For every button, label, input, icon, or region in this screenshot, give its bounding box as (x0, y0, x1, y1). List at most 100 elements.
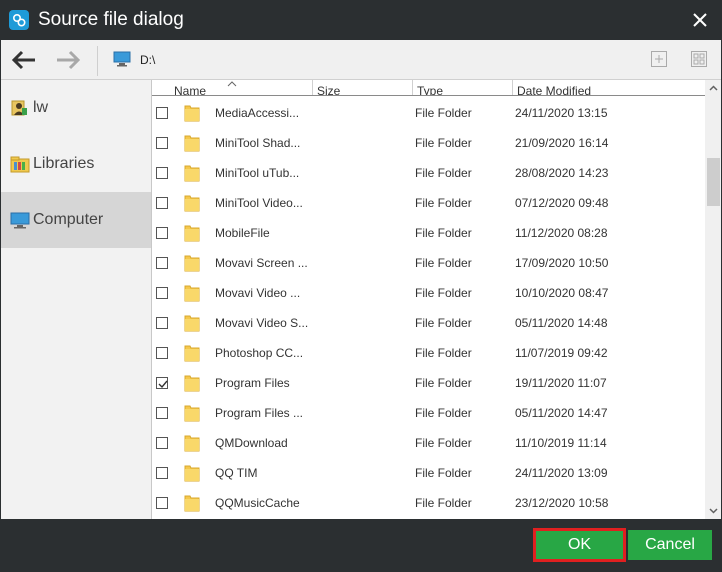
row-checkbox[interactable] (156, 377, 168, 389)
sidebar-item-label: Computer (33, 211, 104, 228)
libraries-icon (10, 155, 30, 173)
title-bar: Source file dialog (0, 0, 722, 40)
computer-icon (113, 51, 131, 67)
arrow-right-icon (57, 50, 81, 70)
row-date: 10/10/2020 08:47 (515, 286, 609, 300)
row-type: File Folder (415, 316, 472, 330)
folder-icon (184, 104, 200, 122)
table-row[interactable]: QMDownload File Folder 11/10/2019 11:14 (152, 427, 705, 457)
user-icon (10, 99, 30, 117)
row-type: File Folder (415, 286, 472, 300)
table-row[interactable]: MiniTool Video... File Folder 07/12/2020 0… (152, 187, 705, 217)
row-name: MediaAccessi... (215, 106, 300, 120)
row-type: File Folder (415, 436, 472, 450)
scroll-up-icon[interactable] (705, 80, 721, 97)
ok-button[interactable]: OK (533, 528, 626, 562)
scroll-down-icon[interactable] (705, 502, 721, 519)
row-checkbox[interactable] (156, 227, 168, 239)
row-date: 11/07/2019 09:42 (515, 346, 608, 360)
row-checkbox[interactable] (156, 497, 168, 509)
table-row[interactable]: QQ TIM File Folder 24/11/2020 13:09 (152, 457, 705, 487)
table-row[interactable]: Program Files File Folder 19/11/2020 11:07 (152, 367, 705, 397)
row-type: File Folder (415, 136, 472, 150)
row-date: 11/12/2020 08:28 (515, 226, 608, 240)
table-row[interactable]: MiniTool Shad... File Folder 21/09/2020 16… (152, 127, 705, 157)
forward-button[interactable] (53, 48, 83, 72)
row-name: MiniTool Video... (215, 196, 303, 210)
vertical-scrollbar[interactable] (705, 80, 721, 519)
row-checkbox[interactable] (156, 287, 168, 299)
row-checkbox[interactable] (156, 347, 168, 359)
table-row[interactable]: MobileFile File Folder 11/12/2020 08:28 (152, 217, 705, 247)
sidebar-item-label: lw (33, 99, 49, 116)
row-checkbox[interactable] (156, 257, 168, 269)
folder-icon (184, 164, 200, 182)
row-checkbox[interactable] (156, 197, 168, 209)
app-logo-icon (9, 10, 29, 30)
row-type: File Folder (415, 466, 472, 480)
row-name: QQMusicCache (215, 496, 300, 510)
table-row[interactable]: Photoshop CC... File Folder 11/07/2019 09:… (152, 337, 705, 367)
table-row[interactable]: Program Files ... File Folder 05/11/2020 1… (152, 397, 705, 427)
folder-icon (184, 284, 200, 302)
file-list: Name Size Type Date Modified MediaAccess… (151, 80, 721, 519)
column-name-label: Name (174, 84, 207, 96)
table-row[interactable]: Movavi Screen ... File Folder 17/09/2020 1… (152, 247, 705, 277)
table-row[interactable]: QQMusicCache File Folder 23/12/2020 10:58 (152, 487, 705, 517)
column-size-label: Size (317, 84, 341, 96)
row-date: 21/09/2020 16:14 (515, 136, 609, 150)
sidebar-item-libraries[interactable]: Libraries (1, 136, 151, 192)
row-date: 11/10/2019 11:14 (515, 436, 607, 450)
folder-icon (184, 494, 200, 512)
table-row[interactable]: MediaAccessi... File Folder 24/11/2020 13:… (152, 97, 705, 127)
row-type: File Folder (415, 226, 472, 240)
cancel-button[interactable]: Cancel (628, 530, 712, 560)
row-type: File Folder (415, 406, 472, 420)
sidebar-item-user[interactable]: lw (1, 80, 151, 136)
table-row[interactable]: Movavi Video S... File Folder 05/11/2020 1… (152, 307, 705, 337)
folder-icon (184, 194, 200, 212)
row-checkbox[interactable] (156, 317, 168, 329)
row-checkbox[interactable] (156, 437, 168, 449)
row-name: MiniTool uTub... (215, 166, 300, 180)
folder-icon (184, 254, 200, 272)
scrollbar-thumb[interactable] (707, 158, 720, 206)
back-button[interactable] (9, 48, 39, 72)
row-name: MobileFile (215, 226, 270, 240)
folder-icon (184, 404, 200, 422)
row-date: 24/11/2020 13:09 (515, 466, 608, 480)
row-type: File Folder (415, 346, 472, 360)
row-type: File Folder (415, 496, 472, 510)
sidebar-item-computer[interactable]: Computer (1, 192, 151, 248)
folder-icon (184, 224, 200, 242)
row-name: QMDownload (215, 436, 288, 450)
current-path[interactable]: D:\ (140, 53, 155, 67)
close-icon[interactable] (690, 10, 710, 30)
row-checkbox[interactable] (156, 167, 168, 179)
row-checkbox[interactable] (156, 137, 168, 149)
new-folder-icon[interactable] (650, 50, 668, 68)
checkmark-icon (158, 380, 168, 389)
row-name: QQ TIM (215, 466, 258, 480)
table-row[interactable]: Movavi Video ... File Folder 10/10/2020 08… (152, 277, 705, 307)
row-date: 07/12/2020 09:48 (515, 196, 609, 210)
column-type[interactable]: Type (412, 80, 512, 95)
row-date: 17/09/2020 10:50 (515, 256, 609, 270)
view-mode-icon[interactable] (690, 50, 708, 68)
row-date: 05/11/2020 14:47 (515, 406, 608, 420)
row-date: 19/11/2020 11:07 (515, 376, 607, 390)
computer-icon (10, 211, 30, 229)
dialog-footer: OK Cancel (0, 519, 722, 572)
column-size[interactable]: Size (312, 80, 412, 96)
row-name: Movavi Video S... (215, 316, 309, 330)
sidebar-item-label: Libraries (33, 155, 95, 172)
row-name: Program Files (215, 376, 290, 390)
folder-icon (184, 434, 200, 452)
row-checkbox[interactable] (156, 467, 168, 479)
folder-icon (184, 314, 200, 332)
toolbar-divider (97, 46, 98, 76)
row-checkbox[interactable] (156, 107, 168, 119)
row-checkbox[interactable] (156, 407, 168, 419)
table-row[interactable]: MiniTool uTub... File Folder 28/08/2020 14… (152, 157, 705, 187)
column-date[interactable]: Date Modified (512, 80, 705, 95)
